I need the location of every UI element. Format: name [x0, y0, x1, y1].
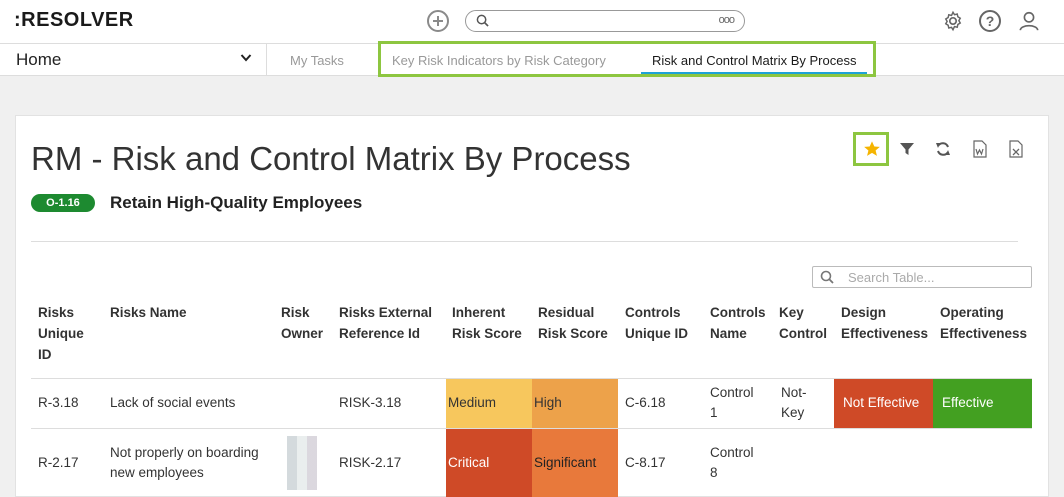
global-search-input[interactable]: ooo — [465, 10, 745, 32]
key-control: Not- Key — [781, 385, 807, 420]
excel-export-icon[interactable] — [1008, 140, 1024, 158]
col-header-risks-name[interactable]: Risks Name — [110, 302, 187, 323]
risk-ext-ref: RISK-3.18 — [339, 395, 402, 410]
risk-id[interactable]: R-2.17 — [38, 453, 79, 473]
col-header-risk-owner[interactable]: Risk Owner — [281, 302, 323, 344]
favorite-button[interactable] — [853, 132, 889, 166]
control-id[interactable]: C-6.18 — [625, 393, 666, 413]
col-header-controls-name[interactable]: Controls Name — [710, 302, 766, 344]
page-title: RM - Risk and Control Matrix By Process — [31, 140, 631, 177]
process-name: Retain High-Quality Employees — [110, 193, 363, 212]
user-icon[interactable] — [1018, 10, 1040, 32]
plus-circle-icon[interactable] — [427, 10, 449, 32]
tabs-highlight-box — [378, 41, 876, 77]
search-icon — [476, 14, 489, 27]
search-icon — [820, 270, 834, 284]
table-search-placeholder: Search Table... — [848, 270, 935, 285]
inherent-score: Critical — [448, 455, 490, 470]
resolver-logo[interactable]: :RESOLVER — [14, 9, 134, 32]
chevron-down-icon — [240, 54, 252, 62]
control-name[interactable]: Control 8 — [710, 443, 754, 483]
risk-name[interactable]: Not properly on boarding new employees — [110, 443, 259, 483]
residual-score: High — [534, 395, 562, 410]
home-label: Home — [16, 50, 62, 69]
col-header-operating-effectiveness[interactable]: Operating Effectiveness — [940, 302, 1027, 344]
more-icon[interactable]: ooo — [719, 14, 735, 26]
col-header-residual-risk-score[interactable]: Residual Risk Score — [538, 302, 608, 344]
avatar — [287, 436, 317, 490]
design-effectiveness: Not Effective — [843, 395, 920, 410]
control-name[interactable]: Control 1 — [710, 383, 754, 423]
col-header-controls-unique-id[interactable]: Controls Unique ID — [625, 302, 688, 344]
filter-icon[interactable] — [899, 140, 915, 158]
col-header-risks-unique-id[interactable]: Risks Unique ID — [38, 302, 84, 365]
word-export-icon[interactable] — [972, 140, 988, 158]
gear-icon[interactable] — [942, 10, 964, 32]
help-icon[interactable]: ? — [979, 10, 1001, 32]
star-icon — [864, 141, 880, 156]
risk-ext-ref: RISK-2.17 — [339, 455, 402, 470]
home-dropdown[interactable]: Home — [0, 44, 267, 75]
col-header-inherent-risk-score[interactable]: Inherent Risk Score — [452, 302, 522, 344]
inherent-score: Medium — [448, 395, 497, 410]
risk-id[interactable]: R-3.18 — [38, 393, 79, 413]
control-id[interactable]: C-8.17 — [625, 453, 666, 473]
top-bar: :RESOLVER ooo ? — [0, 0, 1064, 43]
residual-score: Significant — [534, 455, 597, 470]
risk-name[interactable]: Lack of social events — [110, 393, 235, 413]
col-header-key-control[interactable]: Key Control — [779, 302, 827, 344]
refresh-icon[interactable] — [935, 140, 951, 158]
operating-effectiveness: Effective — [942, 395, 994, 410]
process-id-badge: O-1.16 — [31, 194, 95, 212]
table-search-input[interactable]: Search Table... — [812, 266, 1032, 288]
col-header-risks-external-ref[interactable]: Risks External Reference Id — [339, 302, 432, 344]
divider — [31, 241, 1018, 242]
col-header-design-effectiveness[interactable]: Design Effectiveness — [841, 302, 928, 344]
tab-my-tasks[interactable]: My Tasks — [290, 53, 344, 68]
